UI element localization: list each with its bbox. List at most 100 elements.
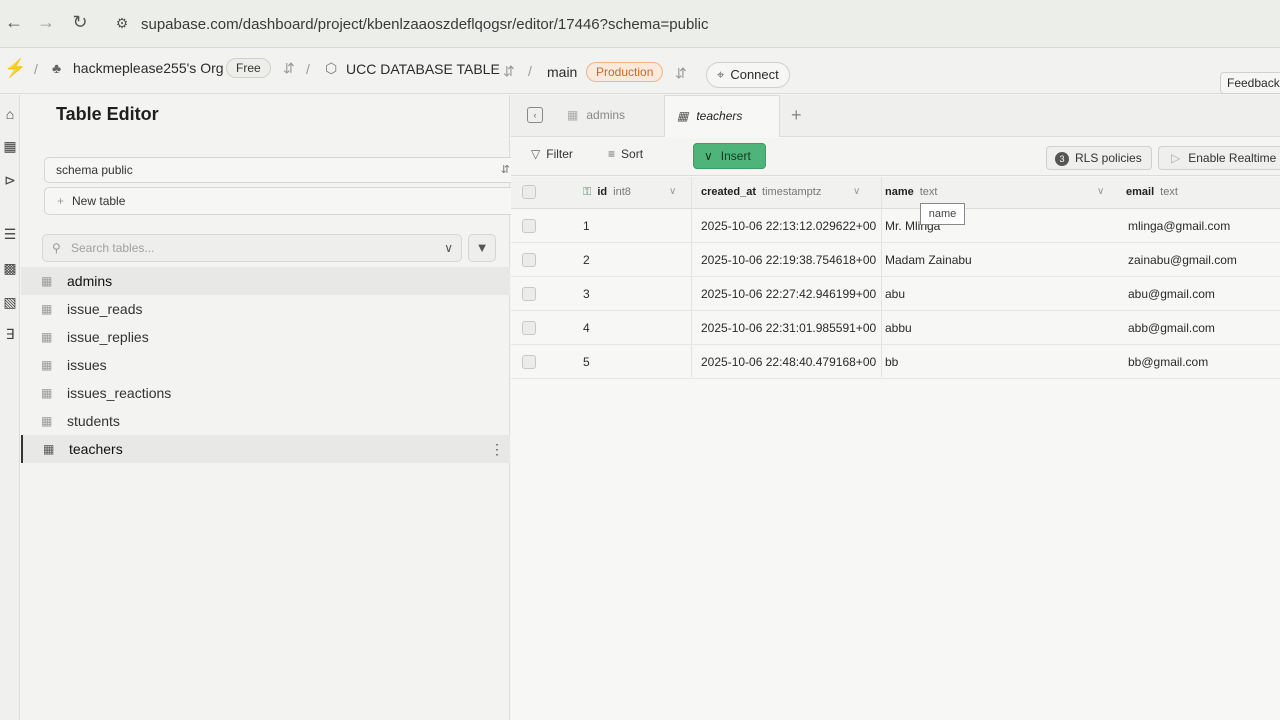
cell-created-at[interactable]: 2025-10-06 22:27:42.946199+00: [701, 277, 877, 311]
more-options-icon[interactable]: ⋮: [490, 435, 504, 463]
cell-id[interactable]: 5: [583, 345, 683, 379]
enable-realtime-button[interactable]: ▷ Enable Realtime: [1158, 146, 1280, 170]
site-settings-icon[interactable]: ⚙: [112, 13, 132, 33]
tab-teachers[interactable]: ▦ teachers: [664, 95, 780, 137]
collapse-sidebar-icon[interactable]: ‹: [527, 107, 543, 123]
breadcrumb-separator: /: [528, 63, 532, 79]
org-switcher-icon[interactable]: ⇵: [283, 60, 295, 77]
select-all-checkbox[interactable]: [522, 185, 536, 199]
back-icon[interactable]: ←: [2, 10, 26, 34]
database-icon[interactable]: ☰: [1, 225, 19, 243]
cell-email[interactable]: abb@gmail.com: [1128, 311, 1278, 345]
column-header-id[interactable]: ⚿ id int8 ∨: [583, 177, 691, 209]
cell-name[interactable]: bb: [885, 345, 1115, 379]
sidebar-item-issue-replies[interactable]: ▦ issue_replies: [21, 323, 510, 351]
filter-button[interactable]: ▽ Filter: [531, 147, 573, 161]
tab-admins[interactable]: ▦ admins: [567, 95, 661, 137]
rls-policies-button[interactable]: 3 RLS policies: [1046, 146, 1152, 170]
browser-toolbar: ← → ↻ ⚙ supabase.com/dashboard/project/k…: [0, 0, 1280, 48]
row-checkbox[interactable]: [522, 287, 536, 301]
cell-created-at[interactable]: 2025-10-06 22:19:38.754618+00: [701, 243, 877, 277]
cell-email[interactable]: zainabu@gmail.com: [1128, 243, 1278, 277]
project-icon: ⬡: [325, 60, 338, 76]
grid-header: ⚿ id int8 ∨ created_at timestamptz ∨ name te…: [511, 177, 1280, 209]
app-topbar: ⚡ / ♣ hackmeplease255's Org Free ⇵ / ⬡ U…: [0, 48, 1280, 94]
chevron-down-icon[interactable]: ∨: [669, 177, 676, 207]
functions-icon[interactable]: ∃: [1, 325, 19, 343]
plan-badge: Free: [226, 58, 271, 78]
cell-name[interactable]: Madam Zainabu: [885, 243, 1115, 277]
new-tab-icon[interactable]: +: [791, 105, 802, 126]
schema-select[interactable]: schema public ⇵: [44, 157, 517, 183]
chevron-down-icon[interactable]: ∨: [853, 177, 860, 207]
table-icon: ▦: [41, 274, 53, 288]
table-row[interactable]: 2 2025-10-06 22:19:38.754618+00 Madam Za…: [511, 243, 1280, 277]
row-checkbox[interactable]: [522, 355, 536, 369]
cell-id[interactable]: 2: [583, 243, 683, 277]
sidebar-item-admins[interactable]: ▦ admins: [21, 267, 510, 295]
reload-icon[interactable]: ↻: [68, 10, 92, 34]
table-row[interactable]: 5 2025-10-06 22:48:40.479168+00 bb bb@gm…: [511, 345, 1280, 379]
branch-switcher-icon[interactable]: ⇵: [675, 65, 687, 82]
cell-id[interactable]: 4: [583, 311, 683, 345]
row-checkbox[interactable]: [522, 321, 536, 335]
grid-toolbar: ▽ Filter ≡ Sort ∨ Insert 3 RLS policies ▷ Ena…: [511, 138, 1280, 176]
table-editor-main: ‹ ▦ admins ▦ teachers + ▽ Filter ≡ Sort ∨ Ins…: [511, 95, 1280, 720]
row-checkbox[interactable]: [522, 219, 536, 233]
nav-rail: ⌂ ▦ ⊳ ☰ ▩ ▧ ∃: [0, 95, 20, 720]
home-icon[interactable]: ⌂: [1, 105, 19, 123]
plug-icon: ⌖: [717, 67, 725, 82]
sidebar-item-issues[interactable]: ▦ issues: [21, 351, 510, 379]
table-row[interactable]: 4 2025-10-06 22:31:01.985591+00 abbu abb…: [511, 311, 1280, 345]
sidebar-item-issue-reads[interactable]: ▦ issue_reads: [21, 295, 510, 323]
org-icon: ♣: [52, 60, 62, 76]
storage-icon[interactable]: ▧: [1, 293, 19, 311]
cell-email[interactable]: abu@gmail.com: [1128, 277, 1278, 311]
table-editor-icon[interactable]: ▦: [1, 137, 19, 155]
sidebar-item-issues-reactions[interactable]: ▦ issues_reactions: [21, 379, 510, 407]
table-icon: ▦: [43, 442, 55, 456]
table-icon: ▦: [567, 108, 579, 122]
row-checkbox[interactable]: [522, 253, 536, 267]
cell-name[interactable]: abbu: [885, 311, 1115, 345]
project-switcher-icon[interactable]: ⇵: [503, 63, 515, 80]
sidebar-item-teachers[interactable]: ▦ teachers ⋮: [21, 435, 510, 463]
cell-id[interactable]: 1: [583, 209, 683, 243]
sort-button[interactable]: ≡ Sort: [608, 147, 643, 161]
supabase-logo-icon[interactable]: ⚡: [4, 58, 26, 79]
branch-name[interactable]: main: [547, 64, 577, 80]
cell-id[interactable]: 3: [583, 277, 683, 311]
forward-icon[interactable]: →: [34, 10, 58, 34]
column-header-email[interactable]: email text: [1126, 177, 1276, 209]
cell-created-at[interactable]: 2025-10-06 22:13:12.029622+00: [701, 209, 877, 243]
sidebar-item-students[interactable]: ▦ students: [21, 407, 510, 435]
org-name[interactable]: hackmeplease255's Org: [73, 60, 224, 76]
cell-email[interactable]: bb@gmail.com: [1128, 345, 1278, 379]
auth-icon[interactable]: ▩: [1, 259, 19, 277]
table-icon: ▦: [41, 414, 53, 428]
insert-button[interactable]: ∨ Insert: [693, 143, 766, 169]
search-tables-input[interactable]: ⚲ Search tables... ∨: [42, 234, 462, 262]
sort-icon: ≡: [608, 147, 616, 161]
feedback-button[interactable]: Feedback: [1220, 72, 1280, 94]
connect-button[interactable]: ⌖ Connect: [706, 62, 790, 88]
cell-email[interactable]: mlinga@gmail.com: [1128, 209, 1278, 243]
table-row[interactable]: 1 2025-10-06 22:13:12.029622+00 Mr. Mlin…: [511, 209, 1280, 243]
plus-icon: +: [57, 194, 65, 208]
chevron-down-icon: ∨: [704, 149, 713, 163]
column-header-created-at[interactable]: created_at timestamptz ∨: [701, 177, 881, 209]
chevron-down-icon[interactable]: ∨: [1097, 177, 1104, 207]
cell-created-at[interactable]: 2025-10-06 22:48:40.479168+00: [701, 345, 877, 379]
cell-name[interactable]: abu: [885, 277, 1115, 311]
environment-badge: Production: [586, 62, 664, 82]
breadcrumb-separator: /: [306, 61, 310, 77]
sql-editor-icon[interactable]: ⊳: [1, 171, 19, 189]
cell-created-at[interactable]: 2025-10-06 22:31:01.985591+00: [701, 311, 877, 345]
filter-tables-button[interactable]: ▼: [468, 234, 496, 262]
table-row[interactable]: 3 2025-10-06 22:27:42.946199+00 abu abu@…: [511, 277, 1280, 311]
address-bar[interactable]: supabase.com/dashboard/project/kbenlzaao…: [141, 16, 708, 33]
project-name[interactable]: UCC DATABASE TABLE: [346, 61, 500, 77]
chevron-down-icon[interactable]: ∨: [444, 235, 453, 261]
primary-key-icon: ⚿: [583, 186, 592, 198]
new-table-button[interactable]: + New table: [44, 187, 517, 215]
